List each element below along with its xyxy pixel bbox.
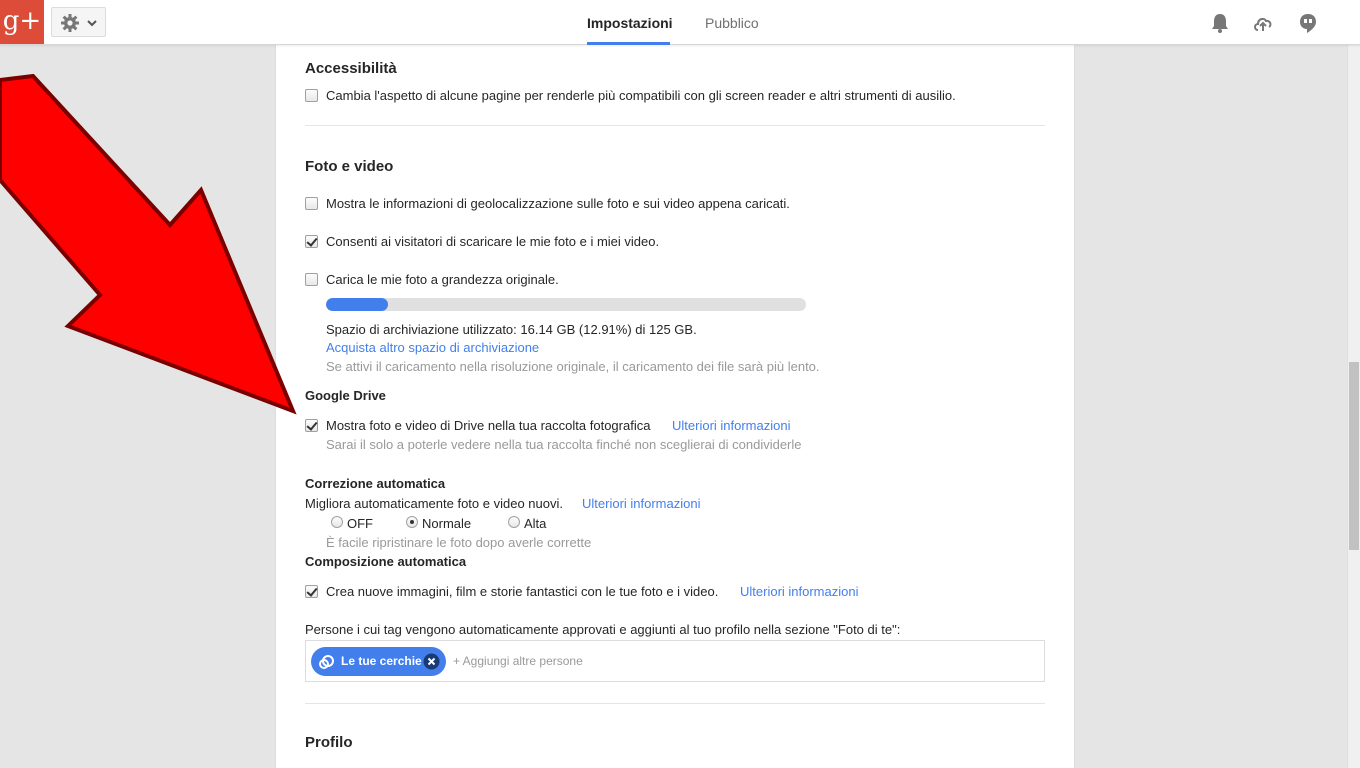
tab-settings[interactable]: Impostazioni xyxy=(587,14,673,32)
autofix-off-label: OFF xyxy=(347,516,373,531)
chevron-down-icon xyxy=(87,20,97,27)
geolocation-checkbox[interactable] xyxy=(305,197,318,210)
drive-photos-label: Mostra foto e video di Drive nella tua r… xyxy=(326,418,651,433)
settings-menu-button[interactable] xyxy=(51,7,106,37)
storage-progress-fill xyxy=(326,298,388,311)
accessibility-title: Accessibilità xyxy=(305,60,397,77)
photos-section-title: Foto e video xyxy=(305,158,394,175)
storage-progress-bar xyxy=(326,298,806,311)
accessibility-label: Cambia l'aspetto di alcune pagine per re… xyxy=(326,88,956,103)
add-people-placeholder[interactable]: + Aggiungi altre persone xyxy=(453,654,583,668)
profile-section-title: Profilo xyxy=(305,734,353,751)
upload-speed-note: Se attivi il caricamento nella risoluzio… xyxy=(326,359,820,374)
circles-chip[interactable]: Le tue cerchie xyxy=(311,647,446,676)
google-plus-logo[interactable]: g+ xyxy=(0,0,44,44)
circles-icon xyxy=(319,655,334,669)
tab-public[interactable]: Pubblico xyxy=(705,14,759,32)
full-size-upload-checkbox[interactable] xyxy=(305,273,318,286)
circles-chip-label: Le tue cerchie xyxy=(341,654,422,668)
section-divider xyxy=(305,703,1045,704)
active-tab-indicator xyxy=(587,42,670,45)
autofix-description: Migliora automaticamente foto e video nu… xyxy=(305,496,563,511)
accessibility-checkbox[interactable] xyxy=(305,89,318,102)
settings-gear-icon xyxy=(61,14,79,32)
autofix-note: È facile ripristinare le foto dopo averl… xyxy=(326,535,592,550)
autoawesome-label: Crea nuove immagini, film e storie fanta… xyxy=(326,584,719,599)
page-scrollbar-thumb[interactable] xyxy=(1349,362,1359,550)
autofix-normal-radio[interactable] xyxy=(406,516,418,528)
storage-usage-text: Spazio di archiviazione utilizzato: 16.1… xyxy=(326,322,697,337)
allow-download-checkbox[interactable] xyxy=(305,235,318,248)
top-bar: g+ Impostazioni Pubblico xyxy=(0,0,1360,45)
drive-privacy-note: Sarai il solo a poterle vedere nella tua… xyxy=(326,437,802,452)
autofix-section-title: Correzione automatica xyxy=(305,476,446,491)
red-annotation-arrow-icon xyxy=(0,73,297,415)
drive-more-info-link[interactable]: Ulteriori informazioni xyxy=(672,417,790,435)
photo-tag-approval-label: Persone i cui tag vengono automaticament… xyxy=(305,622,901,637)
drive-photos-checkbox[interactable] xyxy=(305,419,318,432)
autofix-normal-label: Normale xyxy=(422,516,472,531)
autofix-more-info-link[interactable]: Ulteriori informazioni xyxy=(582,495,700,513)
allow-download-label: Consenti ai visitatori di scaricare le m… xyxy=(326,234,660,249)
autofix-high-label: Alta xyxy=(524,516,547,531)
notifications-bell-icon[interactable] xyxy=(1209,12,1231,34)
remove-chip-icon[interactable] xyxy=(423,653,440,670)
autofix-high-radio[interactable] xyxy=(508,516,520,528)
drive-section-title: Google Drive xyxy=(305,388,386,403)
hangouts-icon[interactable] xyxy=(1297,12,1319,34)
section-divider xyxy=(305,125,1045,126)
autoawesome-more-info-link[interactable]: Ulteriori informazioni xyxy=(740,583,858,601)
autoawesome-section-title: Composizione automatica xyxy=(305,554,467,569)
full-size-upload-label: Carica le mie foto a grandezza originale… xyxy=(326,272,559,287)
buy-storage-link[interactable]: Acquista altro spazio di archiviazione xyxy=(326,339,539,357)
geolocation-label: Mostra le informazioni di geolocalizzazi… xyxy=(326,196,790,211)
autoawesome-checkbox[interactable] xyxy=(305,585,318,598)
share-cloud-icon[interactable] xyxy=(1252,12,1274,34)
autofix-off-radio[interactable] xyxy=(331,516,343,528)
